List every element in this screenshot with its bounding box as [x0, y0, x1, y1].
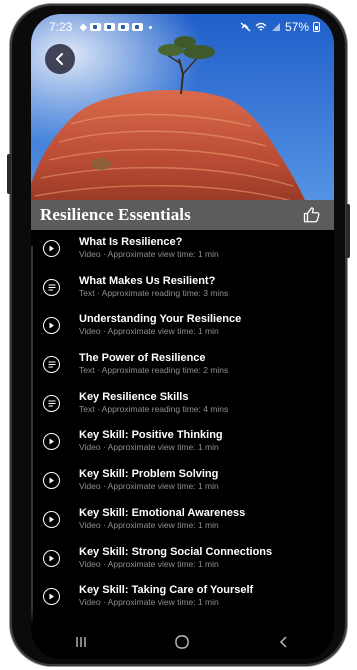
list-fade: [31, 611, 334, 625]
like-button[interactable]: [302, 205, 322, 225]
list-item-subtitle: Video · Approximate view time: 1 min: [79, 597, 219, 608]
chevron-left-icon: [56, 53, 63, 65]
status-bar: 7:23 ◆ 57%: [31, 14, 334, 40]
notification-icon: ◆: [79, 21, 88, 33]
list-item-title: Key Skill: Positive Thinking: [79, 429, 223, 442]
mute-icon: [240, 22, 251, 32]
play-icon: [43, 510, 60, 528]
notification-icon: [132, 23, 144, 31]
list-item-title: Key Resilience Skills: [79, 390, 189, 403]
list-item-title: What Makes Us Resilient?: [79, 274, 216, 287]
list-item-subtitle: Video · Approximate view time: 1 min: [79, 442, 219, 453]
screen: 7:23 ◆ 57% Resilience Essentials What Is…: [31, 14, 334, 659]
volume-button: [7, 154, 11, 194]
list-item[interactable]: Key Skill: Positive Thinking Video · Appr…: [31, 423, 334, 462]
list-item-title: Key Skill: Taking Care of Yourself: [79, 584, 254, 597]
hero-image: [31, 14, 334, 214]
play-icon: [43, 472, 60, 490]
rock-landscape-image: [31, 14, 334, 214]
list-item[interactable]: Key Skill: Problem Solving Video · Approx…: [31, 462, 334, 501]
list-item[interactable]: The Power of Resilience Text · Approximat…: [31, 346, 334, 385]
lesson-list: What Is Resilience? Video · Approximate v…: [31, 230, 334, 656]
power-button: [346, 204, 350, 258]
list-item-title: Understanding Your Resilience: [79, 313, 242, 326]
recent-apps-icon[interactable]: [74, 635, 88, 649]
play-icon: [43, 317, 60, 335]
wifi-icon: [255, 22, 267, 31]
list-item-title: Key Skill: Emotional Awareness: [79, 506, 246, 519]
title-bar: Resilience Essentials: [31, 200, 334, 230]
list-item-subtitle: Video · Approximate view time: 1 min: [79, 519, 219, 530]
battery-percent: 57%: [284, 20, 309, 34]
battery-icon: [313, 22, 320, 32]
page-title: Resilience Essentials: [40, 205, 191, 224]
list-item-title: Key Skill: Problem Solving: [79, 468, 219, 481]
list-item[interactable]: Key Skill: Strong Social Connections Vide…: [31, 540, 334, 579]
list-item-subtitle: Video · Approximate view time: 1 min: [79, 249, 219, 259]
play-icon: [43, 240, 60, 257]
list-item-subtitle: Video · Approximate view time: 1 min: [79, 326, 219, 337]
status-time: 7:23: [49, 20, 73, 34]
article-icon: [43, 278, 60, 296]
list-item[interactable]: Key Skill: Emotional Awareness Video · Ap…: [31, 501, 334, 540]
list-item-title: Key Skill: Strong Social Connections: [79, 545, 273, 558]
play-icon: [43, 549, 60, 567]
home-icon[interactable]: [174, 634, 190, 650]
notification-icon: [90, 23, 102, 31]
list-item[interactable]: What Makes Us Resilient? Text · Approxima…: [31, 269, 334, 308]
list-item[interactable]: What Is Resilience? Video · Approximate v…: [31, 230, 334, 269]
list-item-title: What Is Resilience?: [79, 236, 183, 248]
back-button[interactable]: [45, 44, 75, 74]
list-item-title: The Power of Resilience: [79, 352, 206, 365]
play-icon: [43, 433, 60, 451]
list-item[interactable]: Understanding Your Resilience Video · App…: [31, 307, 334, 346]
list-item-subtitle: Video · Approximate view time: 1 min: [79, 481, 219, 492]
notification-icon: [118, 23, 130, 31]
article-icon: [43, 356, 60, 374]
list-item[interactable]: Key Resilience Skills Text · Approximate …: [31, 385, 334, 424]
android-nav-bar: [31, 625, 334, 659]
signal-icon: [271, 23, 280, 31]
more-notifications-icon: [149, 25, 153, 29]
back-nav-icon[interactable]: [277, 635, 291, 649]
notification-icon: [104, 23, 116, 31]
list-item-subtitle: Video · Approximate view time: 1 min: [79, 558, 219, 569]
play-icon: [43, 588, 60, 606]
thumbs-up-icon: [303, 207, 320, 223]
article-icon: [43, 394, 60, 412]
list-item-subtitle: Text · Approximate reading time: 2 mins: [79, 365, 229, 376]
list-item-subtitle: Text · Approximate reading time: 4 mins: [79, 403, 229, 414]
list-item-subtitle: Text · Approximate reading time: 3 mins: [79, 287, 229, 298]
